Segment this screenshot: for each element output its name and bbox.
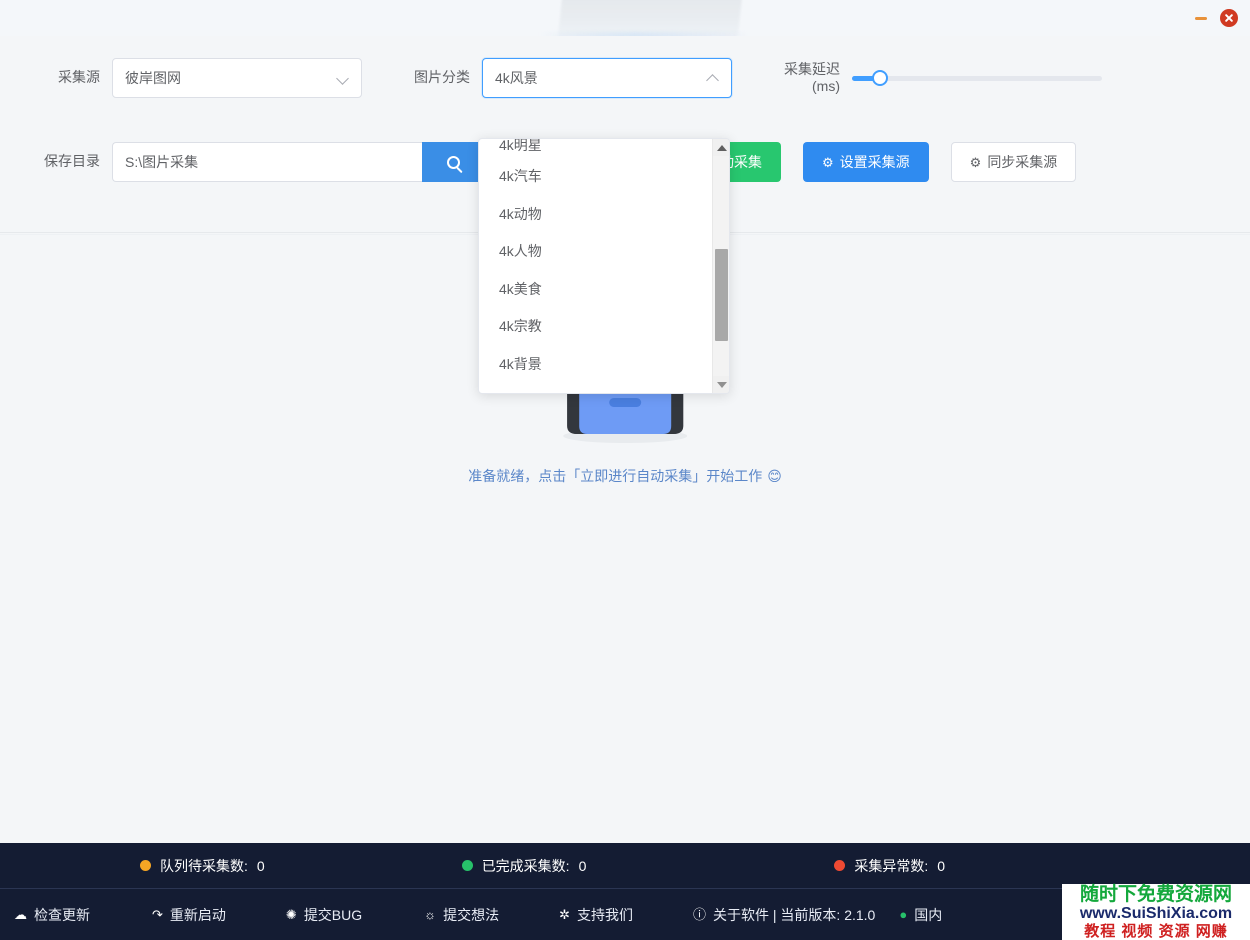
browse-directory-button[interactable] — [422, 142, 484, 182]
delay-label-line2: (ms) — [732, 78, 840, 96]
restart-link[interactable]: ↷ 重新启动 — [152, 905, 226, 925]
chevron-down-icon — [337, 72, 349, 84]
title-bar — [0, 0, 1250, 36]
dropdown-item[interactable]: 4k汽车 — [479, 158, 712, 196]
status-bar: 队列待采集数: 0 已完成采集数: 0 采集异常数: 0 — [0, 843, 1250, 889]
delay-slider-track — [852, 76, 1102, 81]
dropdown-item[interactable]: 4k人物 — [479, 233, 712, 271]
region-link[interactable]: ● 国内 — [899, 905, 942, 925]
empty-state-text: 准备就绪，点击「立即进行自动采集」开始工作 😊 — [468, 466, 782, 486]
dropdown-scrollbar[interactable] — [712, 139, 729, 393]
support-us-label: 支持我们 — [577, 905, 633, 925]
error-label: 采集异常数: — [854, 856, 928, 876]
category-dropdown-panel[interactable]: 4k明星 4k汽车 4k动物 4k人物 4k美食 4k宗教 4k背景 — [478, 138, 730, 394]
check-update-label: 检查更新 — [34, 905, 90, 925]
status-errors: 采集异常数: 0 — [834, 856, 945, 876]
source-label: 采集源 — [0, 69, 112, 87]
dropdown-item[interactable]: 4k宗教 — [479, 308, 712, 346]
submit-bug-label: 提交BUG — [304, 905, 362, 925]
watermark: 随时下免费资源网 www.SuiShiXia.com 教程 视频 资源 网赚 — [1062, 884, 1250, 940]
check-update-link[interactable]: ☁ 检查更新 — [14, 905, 90, 925]
directory-input[interactable] — [112, 142, 422, 182]
directory-field-group — [112, 142, 484, 182]
directory-label: 保存目录 — [0, 153, 112, 171]
delay-slider[interactable] — [852, 68, 1102, 88]
delay-slider-handle[interactable] — [872, 70, 888, 86]
scrollbar-thumb[interactable] — [715, 249, 728, 341]
smiley-icon: 😊 — [767, 468, 782, 485]
status-completed: 已完成采集数: 0 — [462, 856, 587, 876]
pending-dot-icon — [140, 860, 151, 871]
search-icon — [447, 156, 460, 169]
watermark-line-2: www.SuiShiXia.com — [1080, 906, 1232, 922]
chevron-up-icon — [707, 72, 719, 84]
submit-idea-link[interactable]: ☼ 提交想法 — [424, 905, 499, 925]
support-us-link[interactable]: ✲ 支持我们 — [559, 905, 633, 925]
configure-source-button[interactable]: ⚙ 设置采集源 — [803, 142, 929, 182]
error-dot-icon — [834, 860, 845, 871]
delay-label: 采集延迟 (ms) — [732, 61, 852, 96]
about-software-label: 关于软件 | 当前版本: 2.1.0 — [713, 905, 875, 925]
palette-icon: ✲ — [559, 908, 570, 921]
gear-icon: ⚙ — [822, 156, 834, 169]
region-label: 国内 — [914, 905, 942, 925]
source-select[interactable]: 彼岸图网 — [112, 58, 362, 98]
info-icon: ⓘ — [693, 908, 706, 921]
completed-value: 0 — [579, 858, 587, 874]
status-pending: 队列待采集数: 0 — [140, 856, 265, 876]
restart-icon: ↷ — [152, 908, 163, 921]
scroll-down-icon[interactable] — [713, 376, 730, 393]
watermark-line-3: 教程 视频 资源 网赚 — [1084, 924, 1228, 939]
error-value: 0 — [937, 858, 945, 874]
leaf-icon: ● — [899, 908, 907, 921]
configure-source-label: 设置采集源 — [840, 152, 910, 172]
submit-idea-label: 提交想法 — [443, 905, 499, 925]
source-select-value: 彼岸图网 — [125, 68, 337, 88]
close-icon[interactable] — [1220, 9, 1238, 27]
window-controls — [1194, 9, 1238, 27]
category-dropdown-list: 4k明星 4k汽车 4k动物 4k人物 4k美食 4k宗教 4k背景 — [479, 139, 712, 393]
sync-source-button[interactable]: ⚙ 同步采集源 — [951, 142, 1077, 182]
gear-icon: ⚙ — [970, 156, 982, 169]
dropdown-item[interactable]: 4k明星 — [479, 139, 712, 158]
category-label: 图片分类 — [362, 69, 482, 87]
submit-bug-link[interactable]: ✺ 提交BUG — [286, 905, 362, 925]
completed-dot-icon — [462, 860, 473, 871]
toolbar-row-primary: 采集源 彼岸图网 图片分类 4k风景 采集延迟 (ms) — [0, 58, 1250, 98]
empty-state-message: 准备就绪，点击「立即进行自动采集」开始工作 — [468, 466, 762, 486]
restart-label: 重新启动 — [170, 905, 226, 925]
about-software-link[interactable]: ⓘ 关于软件 | 当前版本: 2.1.0 — [693, 905, 875, 925]
delay-label-line1: 采集延迟 — [732, 61, 840, 79]
bug-icon: ✺ — [286, 908, 297, 921]
app-window: 采集源 彼岸图网 图片分类 4k风景 采集延迟 (ms) 保存目录 — [0, 0, 1250, 940]
dropdown-item[interactable]: 4k美食 — [479, 271, 712, 309]
sync-source-label: 同步采集源 — [987, 152, 1057, 172]
minimize-icon[interactable] — [1194, 11, 1208, 25]
dropdown-item[interactable]: 4k背景 — [479, 346, 712, 384]
cloud-upload-icon: ☁ — [14, 908, 27, 921]
dropdown-item[interactable]: 4k动物 — [479, 196, 712, 234]
category-select-value: 4k风景 — [495, 68, 707, 88]
pending-label: 队列待采集数: — [160, 856, 248, 876]
watermark-line-1: 随时下免费资源网 — [1080, 885, 1232, 904]
completed-label: 已完成采集数: — [482, 856, 570, 876]
pending-value: 0 — [257, 858, 265, 874]
title-bar-decoration — [558, 0, 743, 36]
category-select[interactable]: 4k风景 — [482, 58, 732, 98]
scroll-up-icon[interactable] — [713, 139, 730, 156]
lightbulb-icon: ☼ — [424, 908, 436, 921]
